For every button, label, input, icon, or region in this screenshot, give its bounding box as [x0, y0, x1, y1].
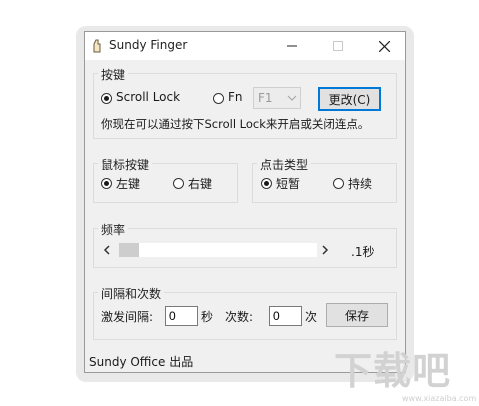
hotkey-legend: 按键: [98, 66, 129, 83]
frequency-slider[interactable]: [119, 243, 317, 257]
close-button[interactable]: [361, 32, 407, 60]
scroll-right-icon[interactable]: [321, 245, 329, 255]
right-button-label[interactable]: 右键: [188, 175, 212, 192]
save-button[interactable]: 保存: [326, 303, 388, 327]
maximize-icon: [333, 41, 343, 51]
maximize-button[interactable]: [315, 32, 361, 60]
frequency-legend: 频率: [98, 221, 129, 238]
watermark-logo: 下载吧: [334, 349, 452, 393]
fn-key-select[interactable]: F1: [253, 87, 301, 109]
status-text: Sundy Office 出品: [89, 355, 194, 369]
left-button-radio[interactable]: [101, 178, 112, 189]
interval-legend: 间隔和次数: [98, 285, 165, 302]
count-unit: 次: [305, 310, 318, 324]
chevron-down-icon: [287, 95, 297, 101]
finger-icon: [93, 39, 101, 53]
fn-label[interactable]: Fn: [228, 90, 243, 104]
trigger-interval-unit: 秒: [201, 310, 214, 324]
frequency-value: .1秒: [351, 245, 375, 259]
fn-key-value: F1: [258, 91, 273, 105]
window-title: Sundy Finger: [109, 38, 188, 52]
short-click-label[interactable]: 短暂: [276, 175, 300, 192]
count-label: 次数:: [225, 310, 254, 324]
fn-radio[interactable]: [213, 93, 224, 104]
click-type-legend: 点击类型: [257, 156, 312, 173]
short-click-radio[interactable]: [261, 178, 272, 189]
count-input[interactable]: [269, 306, 302, 326]
scroll-lock-label[interactable]: Scroll Lock: [116, 90, 180, 104]
frequency-slider-thumb[interactable]: [119, 243, 139, 257]
right-button-radio[interactable]: [173, 178, 184, 189]
hold-click-label[interactable]: 持续: [348, 175, 372, 192]
watermark-url: www.xiazaiba.com: [402, 394, 477, 403]
scroll-lock-radio[interactable]: [101, 93, 112, 104]
minimize-button[interactable]: [269, 32, 315, 60]
app-window: Sundy Finger 按键 Scroll Lock Fn F1 更改(C) …: [84, 31, 406, 373]
change-hotkey-button[interactable]: 更改(C): [318, 87, 381, 111]
close-icon: [378, 40, 390, 52]
minimize-icon: [287, 45, 297, 47]
title-bar[interactable]: Sundy Finger: [85, 32, 405, 60]
scroll-left-icon[interactable]: [103, 245, 111, 255]
left-button-label[interactable]: 左键: [116, 175, 140, 192]
hotkey-hint: 你现在可以通过按下Scroll Lock来开启或关闭连点。: [101, 117, 370, 131]
mouse-legend: 鼠标按键: [98, 156, 153, 173]
trigger-interval-label: 激发间隔:: [101, 310, 154, 324]
trigger-interval-input[interactable]: [165, 306, 198, 326]
hold-click-radio[interactable]: [333, 178, 344, 189]
